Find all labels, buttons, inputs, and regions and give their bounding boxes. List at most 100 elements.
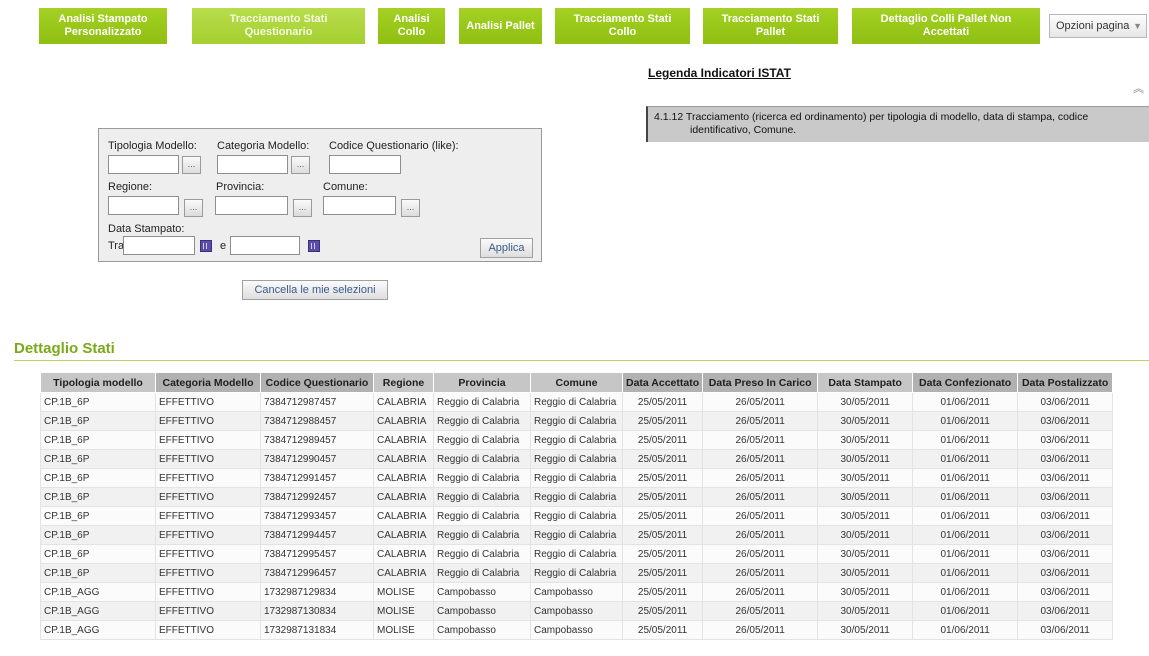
column-header[interactable]: Categoria Modello: [155, 372, 261, 393]
table-row[interactable]: CP.1B_6P EFFETTIVO 7384712991457 CALABRIA Re…: [40, 468, 1114, 488]
date-from-input[interactable]: [123, 236, 195, 255]
table-cell: 01/06/2011: [912, 449, 1019, 469]
table-cell: Reggio di Calabria: [530, 544, 623, 564]
table-cell: 01/06/2011: [912, 468, 1019, 488]
table-cell: Reggio di Calabria: [433, 544, 531, 564]
table-cell: Campobasso: [433, 601, 531, 621]
table-cell: Reggio di Calabria: [433, 392, 531, 412]
categoria-modello-label: Categoria Modello:: [217, 140, 310, 152]
legend-link[interactable]: Legenda Indicatori ISTAT: [648, 66, 791, 80]
table-row[interactable]: CP.1B_6P EFFETTIVO 7384712993457 CALABRIA Re…: [40, 506, 1114, 526]
table-cell: 7384712996457: [260, 563, 374, 583]
table-cell: Reggio di Calabria: [530, 487, 623, 507]
table-row[interactable]: CP.1B_6P EFFETTIVO 7384712987457 CALABRIA Re…: [40, 392, 1114, 412]
codice-questionario-label: Codice Questionario (like):: [329, 140, 459, 152]
table-header-row: Tipologia modello Categoria Modello Codi…: [40, 372, 1114, 393]
page-options-dropdown[interactable]: Opzioni pagina ▼: [1049, 14, 1147, 38]
legend-text-line2: identificativo, Comune.: [690, 124, 797, 136]
comune-input[interactable]: [323, 196, 396, 215]
table-cell: Reggio di Calabria: [433, 563, 531, 583]
table-cell: CP.1B_6P: [40, 544, 156, 564]
table-cell: Reggio di Calabria: [530, 411, 623, 431]
column-header[interactable]: Provincia: [433, 372, 531, 393]
column-header[interactable]: Codice Questionario: [260, 372, 374, 393]
categoria-modello-input[interactable]: [217, 155, 288, 174]
table-row[interactable]: CP.1B_6P EFFETTIVO 7384712996457 CALABRIA Re…: [40, 563, 1114, 583]
table-cell: 25/05/2011: [621, 601, 704, 621]
table-cell: 26/05/2011: [702, 601, 819, 621]
table-row[interactable]: CP.1B_6P EFFETTIVO 7384712995457 CALABRIA Re…: [40, 544, 1114, 564]
table-cell: Reggio di Calabria: [530, 468, 623, 488]
table-cell: EFFETTIVO: [155, 392, 261, 412]
calendar-icon[interactable]: [308, 240, 320, 252]
provincia-picker-button[interactable]: ...: [293, 199, 312, 217]
table-cell: Reggio di Calabria: [530, 392, 623, 412]
column-header[interactable]: Data Stampato: [817, 372, 914, 393]
table-cell: Campobasso: [433, 620, 531, 640]
tipologia-modello-picker-button[interactable]: ...: [182, 156, 201, 174]
calendar-icon[interactable]: [200, 240, 212, 252]
regione-label: Regione:: [108, 181, 153, 193]
table-cell: 25/05/2011: [621, 563, 704, 583]
comune-label: Comune:: [323, 181, 368, 193]
clear-selections-button[interactable]: Cancella le mie selezioni: [242, 280, 388, 300]
table-cell: 26/05/2011: [702, 468, 819, 488]
tab-dettaglio-colli-pallet-non-accettati[interactable]: Dettaglio Colli Pallet Non Accettati: [852, 8, 1040, 44]
column-header[interactable]: Regione: [373, 372, 434, 393]
column-header[interactable]: Data Confezionato: [912, 372, 1019, 393]
tab-tracciamento-stati-pallet[interactable]: Tracciamento Stati Pallet: [703, 8, 838, 44]
tab-analisi-collo[interactable]: Analisi Collo: [378, 8, 445, 44]
tab-analisi-pallet[interactable]: Analisi Pallet: [459, 8, 542, 44]
column-header[interactable]: Data Postalizzato: [1017, 372, 1114, 393]
double-chevron-up-icon[interactable]: ︽: [1133, 80, 1144, 96]
table-row[interactable]: CP.1B_6P EFFETTIVO 7384712988457 CALABRIA Re…: [40, 411, 1114, 431]
column-header[interactable]: Data Accettato: [621, 372, 704, 393]
table-cell: 01/06/2011: [912, 525, 1019, 545]
table-row[interactable]: CP.1B_AGG EFFETTIVO 1732987131834 MOLISE Cam…: [40, 620, 1114, 640]
regione-picker-button[interactable]: ...: [184, 199, 203, 217]
table-cell: 7384712994457: [260, 525, 374, 545]
date-to-input[interactable]: [230, 236, 300, 255]
codice-questionario-input[interactable]: [329, 155, 401, 174]
table-cell: 7384712995457: [260, 544, 374, 564]
table-cell: 30/05/2011: [817, 449, 914, 469]
table-cell: 25/05/2011: [621, 430, 704, 450]
table-cell: 03/06/2011: [1017, 620, 1114, 640]
tab-tracciamento-stati-collo[interactable]: Tracciamento Stati Collo: [555, 8, 690, 44]
table-cell: 25/05/2011: [621, 411, 704, 431]
table-row[interactable]: CP.1B_AGG EFFETTIVO 1732987129834 MOLISE Cam…: [40, 582, 1114, 602]
table-cell: 01/06/2011: [912, 544, 1019, 564]
column-header[interactable]: Comune: [530, 372, 623, 393]
table-cell: CP.1B_6P: [40, 449, 156, 469]
apply-button[interactable]: Applica: [480, 238, 533, 258]
table-cell: Reggio di Calabria: [433, 430, 531, 450]
categoria-modello-picker-button[interactable]: ...: [291, 156, 310, 174]
table-cell: CP.1B_6P: [40, 468, 156, 488]
provincia-input[interactable]: [215, 196, 288, 215]
column-header[interactable]: Tipologia modello: [40, 372, 156, 393]
regione-input[interactable]: [108, 196, 179, 215]
table-cell: MOLISE: [373, 620, 434, 640]
table-cell: 7384712988457: [260, 411, 374, 431]
table-cell: MOLISE: [373, 601, 434, 621]
table-cell: 26/05/2011: [702, 620, 819, 640]
table-cell: 01/06/2011: [912, 601, 1019, 621]
table-cell: CALABRIA: [373, 468, 434, 488]
column-header[interactable]: Data Preso In Carico: [702, 372, 819, 393]
tab-tracciamento-stati-questionario[interactable]: Tracciamento Stati Questionario: [192, 8, 365, 44]
table-row[interactable]: CP.1B_6P EFFETTIVO 7384712989457 CALABRIA Re…: [40, 430, 1114, 450]
tab-analisi-stampato-personalizzato[interactable]: Analisi Stampato Personalizzato: [39, 8, 167, 44]
table-cell: 01/06/2011: [912, 411, 1019, 431]
date-from-label: Tra: [108, 240, 125, 252]
table-row[interactable]: CP.1B_6P EFFETTIVO 7384712994457 CALABRIA Re…: [40, 525, 1114, 545]
table-cell: CALABRIA: [373, 449, 434, 469]
table-row[interactable]: CP.1B_6P EFFETTIVO 7384712992457 CALABRIA Re…: [40, 487, 1114, 507]
table-row[interactable]: CP.1B_6P EFFETTIVO 7384712990457 CALABRIA Re…: [40, 449, 1114, 469]
table-cell: EFFETTIVO: [155, 430, 261, 450]
table-cell: 30/05/2011: [817, 582, 914, 602]
table-row[interactable]: CP.1B_AGG EFFETTIVO 1732987130834 MOLISE Cam…: [40, 601, 1114, 621]
table-cell: 03/06/2011: [1017, 506, 1114, 526]
table-cell: 7384712987457: [260, 392, 374, 412]
tipologia-modello-input[interactable]: [108, 155, 179, 174]
comune-picker-button[interactable]: ...: [401, 199, 420, 217]
